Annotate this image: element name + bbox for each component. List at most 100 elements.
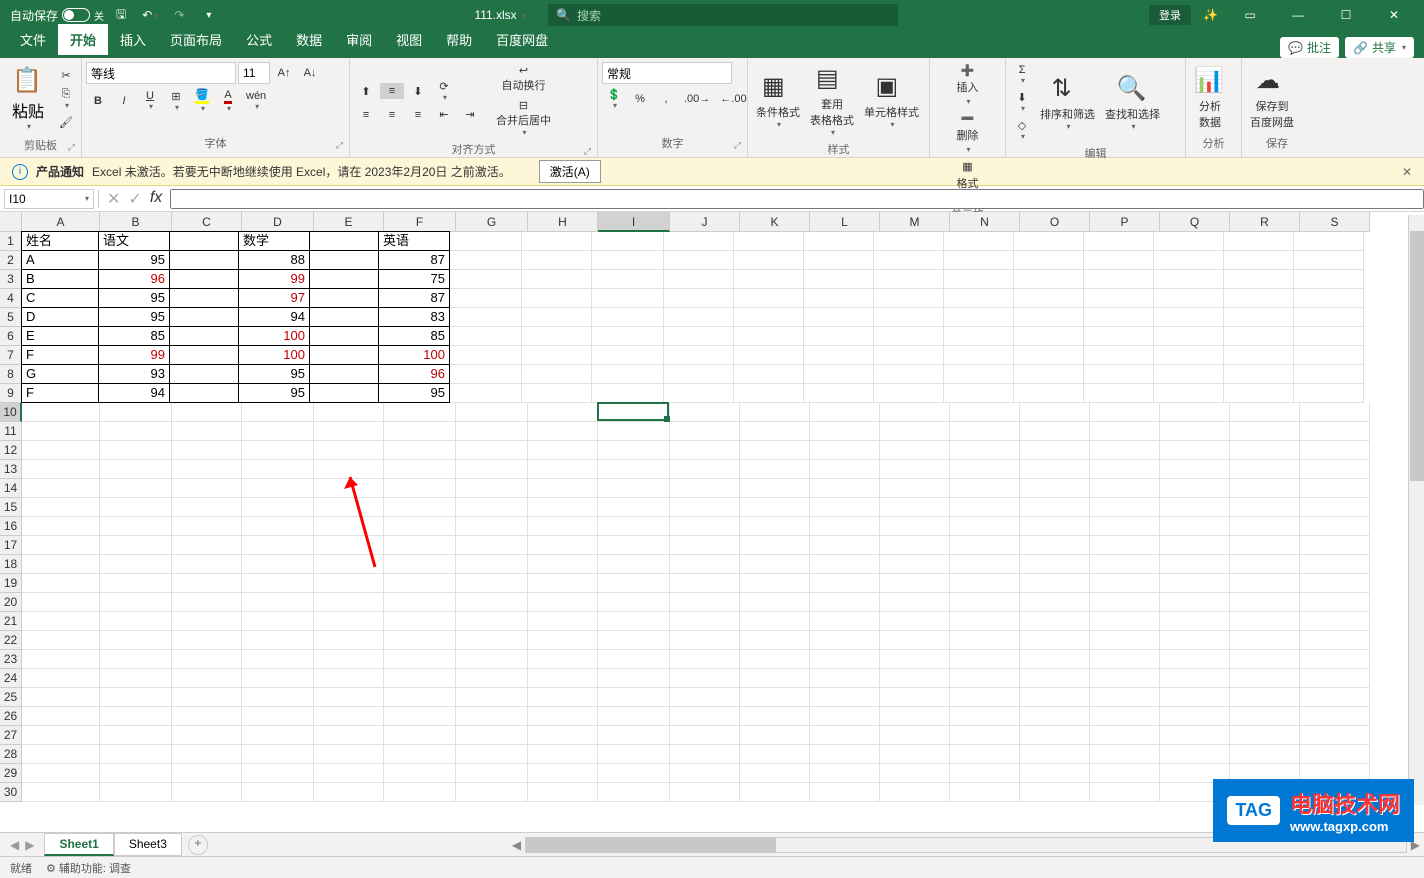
cell-S25[interactable] — [1300, 688, 1370, 707]
cell-I2[interactable] — [592, 251, 664, 270]
cell-D19[interactable] — [242, 574, 314, 593]
cell-N7[interactable] — [944, 346, 1014, 365]
new-sheet-button[interactable]: + — [188, 835, 208, 855]
cell-K1[interactable] — [734, 232, 804, 251]
cell-G13[interactable] — [456, 460, 528, 479]
cell-O20[interactable] — [1020, 593, 1090, 612]
cell-P3[interactable] — [1084, 270, 1154, 289]
filename[interactable]: 111.xlsx ▾ — [466, 6, 534, 24]
cell-N30[interactable] — [950, 783, 1020, 802]
cell-L10[interactable] — [810, 403, 880, 422]
cell-I28[interactable] — [598, 745, 670, 764]
cell-A9[interactable]: F — [21, 383, 99, 403]
cell-M11[interactable] — [880, 422, 950, 441]
cell-H6[interactable] — [522, 327, 592, 346]
cell-I24[interactable] — [598, 669, 670, 688]
cell-C22[interactable] — [172, 631, 242, 650]
row-header-25[interactable]: 25 — [0, 688, 22, 707]
cell-P16[interactable] — [1090, 517, 1160, 536]
cell-P1[interactable] — [1084, 232, 1154, 251]
cell-M12[interactable] — [880, 441, 950, 460]
cell-Q14[interactable] — [1160, 479, 1230, 498]
cell-Q4[interactable] — [1154, 289, 1224, 308]
cell-D15[interactable] — [242, 498, 314, 517]
cell-K3[interactable] — [734, 270, 804, 289]
row-header-14[interactable]: 14 — [0, 479, 22, 498]
cell-D4[interactable]: 97 — [238, 288, 310, 308]
cell-L30[interactable] — [810, 783, 880, 802]
cell-K18[interactable] — [740, 555, 810, 574]
cell-I12[interactable] — [598, 441, 670, 460]
cell-E29[interactable] — [314, 764, 384, 783]
row-header-22[interactable]: 22 — [0, 631, 22, 650]
login-button[interactable]: 登录 — [1149, 5, 1191, 25]
cell-O13[interactable] — [1020, 460, 1090, 479]
cell-I29[interactable] — [598, 764, 670, 783]
col-header-Q[interactable]: Q — [1160, 212, 1230, 232]
cell-F28[interactable] — [384, 745, 456, 764]
cell-I20[interactable] — [598, 593, 670, 612]
cell-A11[interactable] — [22, 422, 100, 441]
cell-R17[interactable] — [1230, 536, 1300, 555]
cell-E24[interactable] — [314, 669, 384, 688]
cell-I11[interactable] — [598, 422, 670, 441]
cell-A3[interactable]: B — [21, 269, 99, 289]
cell-A24[interactable] — [22, 669, 100, 688]
cell-B23[interactable] — [100, 650, 172, 669]
cell-G8[interactable] — [450, 365, 522, 384]
maximize-icon[interactable]: ☐ — [1326, 8, 1366, 22]
cell-L1[interactable] — [804, 232, 874, 251]
autosum-icon[interactable]: Σ▾ — [1010, 62, 1034, 87]
cell-N9[interactable] — [944, 384, 1014, 403]
cell-D27[interactable] — [242, 726, 314, 745]
undo-icon[interactable]: ↶▾ — [138, 8, 162, 22]
cell-D24[interactable] — [242, 669, 314, 688]
cell-Q9[interactable] — [1154, 384, 1224, 403]
cell-M9[interactable] — [874, 384, 944, 403]
cell-B2[interactable]: 95 — [98, 250, 170, 270]
cell-Q3[interactable] — [1154, 270, 1224, 289]
search-input[interactable]: 🔍 搜索 — [548, 4, 898, 26]
cell-J16[interactable] — [670, 517, 740, 536]
cell-D29[interactable] — [242, 764, 314, 783]
cell-J20[interactable] — [670, 593, 740, 612]
cell-H9[interactable] — [522, 384, 592, 403]
cell-I18[interactable] — [598, 555, 670, 574]
autosave-toggle[interactable]: 自动保存 关 — [10, 7, 104, 24]
cell-F10[interactable] — [384, 403, 456, 422]
cell-Q6[interactable] — [1154, 327, 1224, 346]
cell-I6[interactable] — [592, 327, 664, 346]
cell-N11[interactable] — [950, 422, 1020, 441]
cell-L25[interactable] — [810, 688, 880, 707]
tab-开始[interactable]: 开始 — [58, 24, 108, 58]
cell-M3[interactable] — [874, 270, 944, 289]
cell-O3[interactable] — [1014, 270, 1084, 289]
cell-G20[interactable] — [456, 593, 528, 612]
cell-E3[interactable] — [309, 269, 379, 289]
cell-Q17[interactable] — [1160, 536, 1230, 555]
cell-Q19[interactable] — [1160, 574, 1230, 593]
cell-I27[interactable] — [598, 726, 670, 745]
cell-N1[interactable] — [944, 232, 1014, 251]
cell-P25[interactable] — [1090, 688, 1160, 707]
cell-C1[interactable] — [169, 231, 239, 251]
cell-N18[interactable] — [950, 555, 1020, 574]
cell-N17[interactable] — [950, 536, 1020, 555]
cell-D8[interactable]: 95 — [238, 364, 310, 384]
cell-B20[interactable] — [100, 593, 172, 612]
cell-P28[interactable] — [1090, 745, 1160, 764]
cell-D17[interactable] — [242, 536, 314, 555]
cell-S5[interactable] — [1294, 308, 1364, 327]
row-header-17[interactable]: 17 — [0, 536, 22, 555]
cell-N25[interactable] — [950, 688, 1020, 707]
cell-E14[interactable] — [314, 479, 384, 498]
cell-N16[interactable] — [950, 517, 1020, 536]
cell-R28[interactable] — [1230, 745, 1300, 764]
cell-J14[interactable] — [670, 479, 740, 498]
cell-C19[interactable] — [172, 574, 242, 593]
cell-J12[interactable] — [670, 441, 740, 460]
cell-P19[interactable] — [1090, 574, 1160, 593]
cell-A8[interactable]: G — [21, 364, 99, 384]
cell-L18[interactable] — [810, 555, 880, 574]
cell-G30[interactable] — [456, 783, 528, 802]
